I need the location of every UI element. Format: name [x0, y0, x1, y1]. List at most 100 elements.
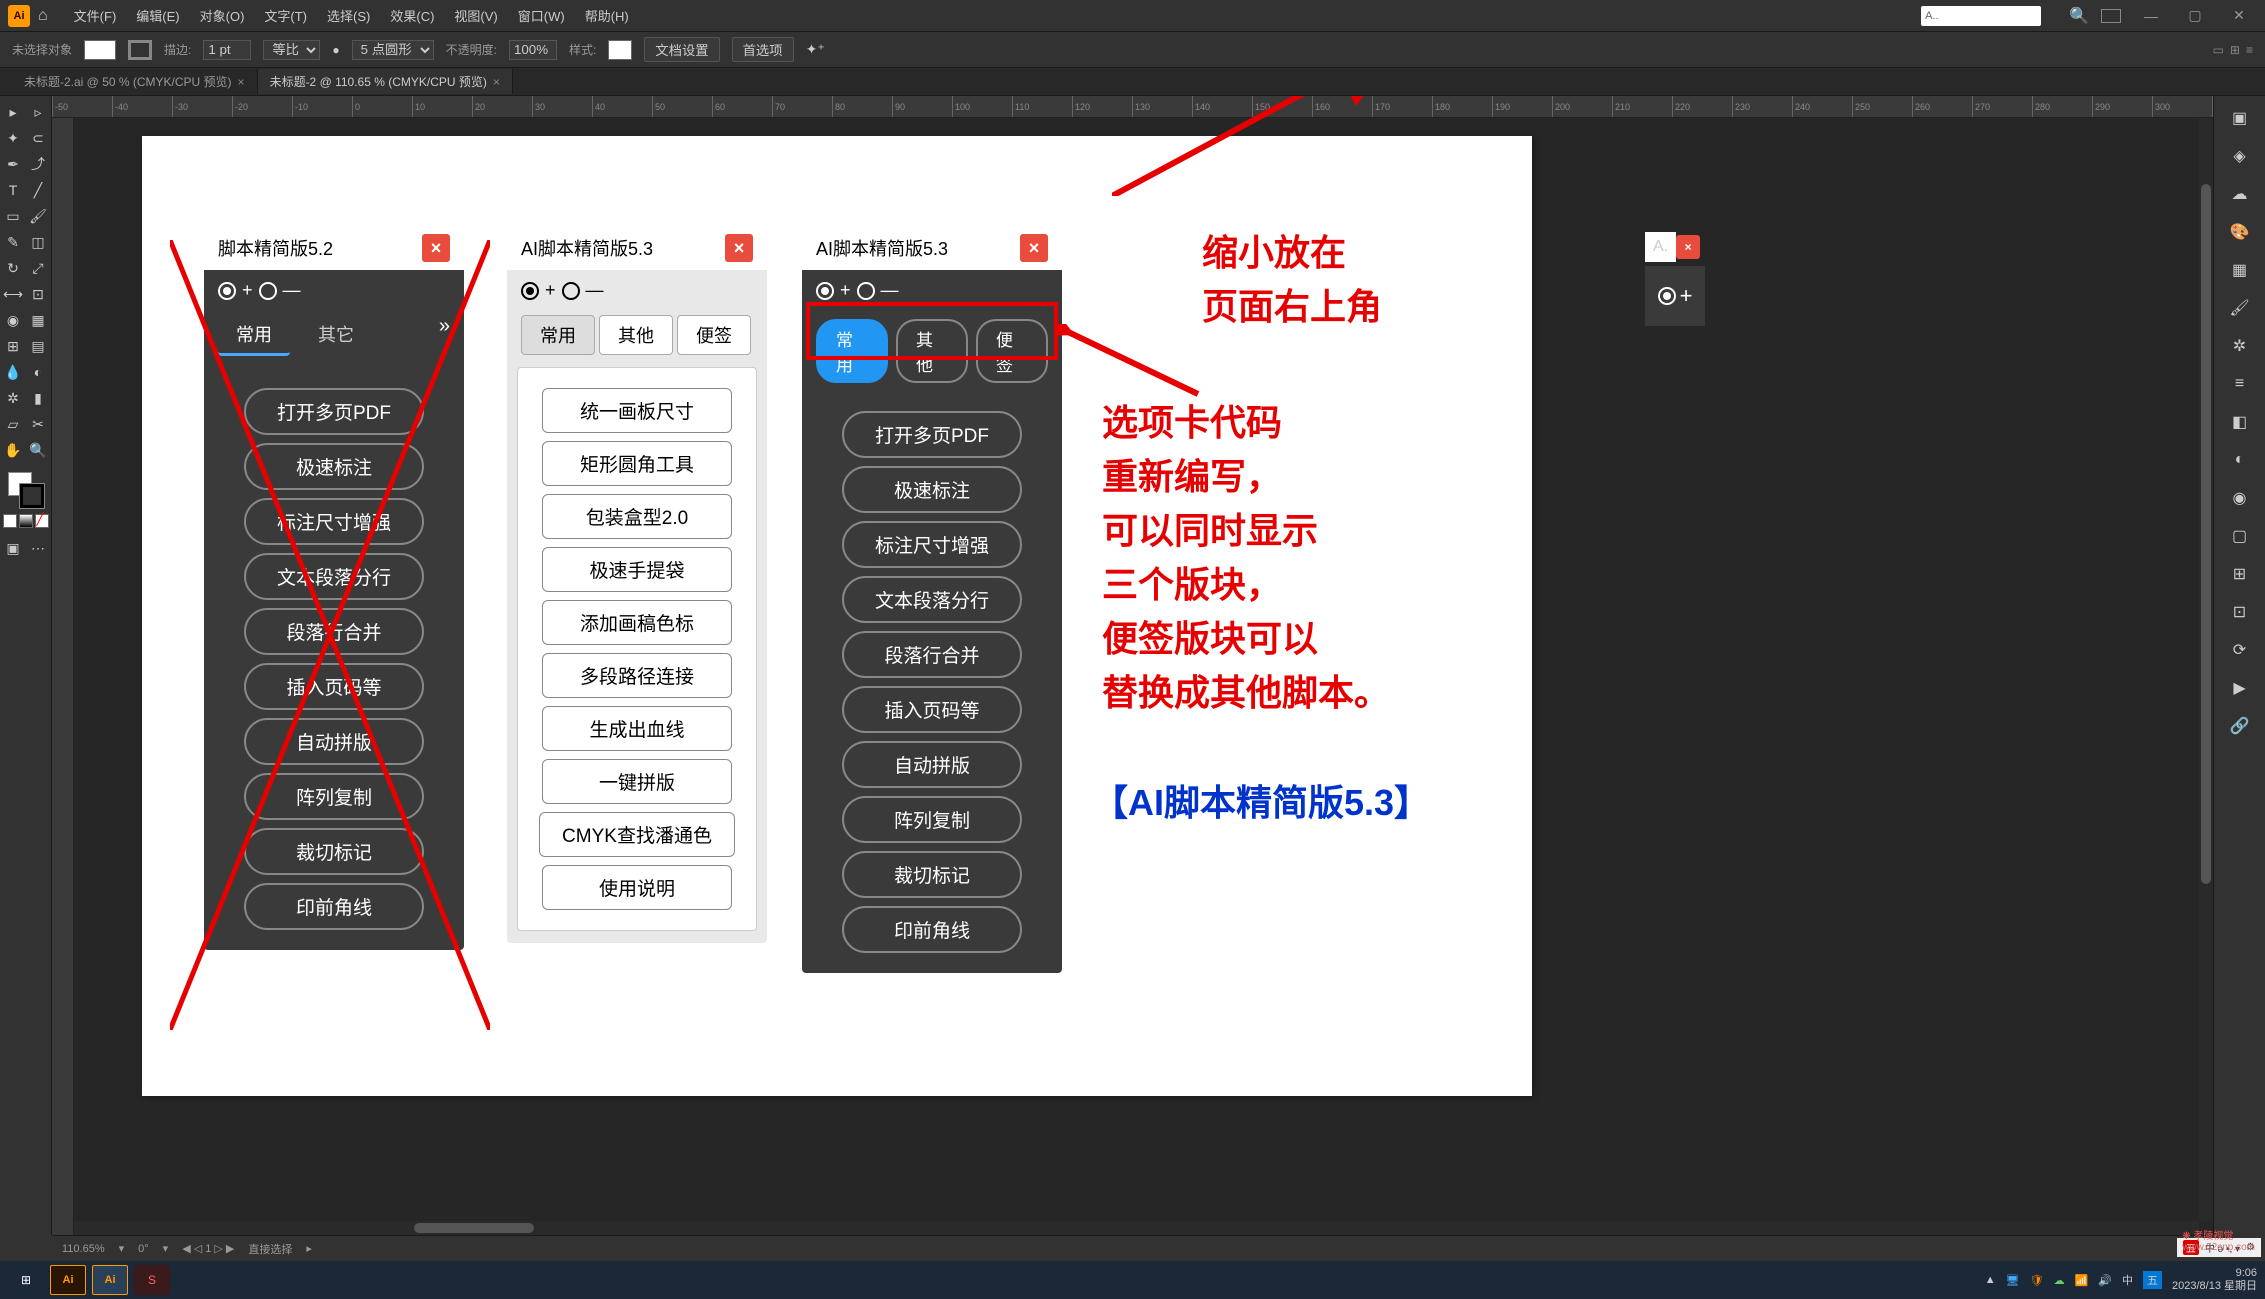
gradient-icon[interactable]: ◧ — [2226, 408, 2254, 436]
type-tool[interactable]: T — [1, 178, 25, 202]
symbols-icon[interactable]: ✲ — [2226, 332, 2254, 360]
magic-wand-tool[interactable]: ✦ — [1, 126, 25, 150]
script-button[interactable]: 添加画稿色标 — [542, 600, 732, 645]
tab-common[interactable]: 常用 — [816, 319, 888, 383]
script-button[interactable]: 文本段落分行 — [842, 576, 1022, 623]
color-mode-icon[interactable] — [3, 514, 17, 528]
home-icon[interactable]: ⌂ — [38, 7, 48, 25]
gradient-tool[interactable]: ▤ — [26, 334, 50, 358]
menu-file[interactable]: 文件(F) — [64, 6, 127, 25]
script-button[interactable]: 段落行合并 — [244, 608, 424, 655]
selection-tool[interactable]: ▸ — [1, 100, 25, 124]
tray-monitor-icon[interactable]: 🖥 — [2006, 1274, 2020, 1287]
close-icon[interactable]: × — [1676, 235, 1700, 259]
close-icon[interactable]: × — [725, 234, 753, 262]
blend-tool[interactable]: ◐ — [26, 360, 50, 384]
rotate-tool[interactable]: ↻ — [1, 256, 25, 280]
opacity-input[interactable] — [509, 40, 557, 60]
artboard-tool[interactable]: ▱ — [1, 412, 25, 436]
transform-icon[interactable]: ⟳ — [2226, 636, 2254, 664]
uniform-select[interactable]: 等比 — [263, 40, 320, 60]
none-mode-icon[interactable]: ╱ — [35, 514, 49, 528]
panel-icon[interactable]: ⊞ — [2230, 43, 2240, 57]
brush-tool[interactable]: 🖌 — [26, 204, 50, 228]
tray-ime-icon[interactable]: 中 — [2122, 1272, 2133, 1288]
properties-icon[interactable]: ▣ — [2226, 104, 2254, 132]
script-button[interactable]: 自动拼版 — [842, 741, 1022, 788]
free-transform-tool[interactable]: ⊡ — [26, 282, 50, 306]
fill-swatch[interactable] — [84, 40, 116, 60]
scale-tool[interactable]: ⤢ — [26, 256, 50, 280]
eyedropper-tool[interactable]: 💧 — [1, 360, 25, 384]
tray-network-icon[interactable]: 📶 — [2075, 1274, 2089, 1287]
script-button[interactable]: 标注尺寸增强 — [842, 521, 1022, 568]
stroke-icon[interactable]: ≡ — [2226, 370, 2254, 398]
tab-common[interactable]: 常用 — [521, 315, 595, 355]
close-icon[interactable]: × — [422, 234, 450, 262]
tray-volume-icon[interactable]: 🔊 — [2098, 1274, 2112, 1287]
tray-shield-icon[interactable]: 🛡 — [2030, 1274, 2044, 1287]
layers-icon[interactable]: ◈ — [2226, 142, 2254, 170]
taskbar-app-3[interactable]: S — [134, 1265, 170, 1295]
pen-tool[interactable]: ✒ — [1, 152, 25, 176]
mesh-tool[interactable]: ⊞ — [1, 334, 25, 358]
brush-indicator[interactable]: ● — [332, 43, 339, 57]
menu-view[interactable]: 视图(V) — [444, 6, 507, 25]
maximize-button[interactable]: ▢ — [2177, 4, 2213, 28]
tab-notes[interactable]: 便签 — [976, 319, 1048, 383]
doc-setup-button[interactable]: 文档设置 — [644, 37, 719, 62]
radio-unchecked-icon[interactable] — [857, 282, 875, 300]
stroke-swatch[interactable] — [128, 40, 152, 60]
brushes-icon[interactable]: 🖌 — [2226, 294, 2254, 322]
tray-keyboard-icon[interactable]: 五 — [2143, 1271, 2162, 1289]
tray-icon[interactable]: ▲ — [1985, 1274, 1996, 1286]
menu-object[interactable]: 对象(O) — [190, 6, 255, 25]
direct-selection-tool[interactable]: ▹ — [26, 100, 50, 124]
align-icon[interactable]: ▭ — [2213, 43, 2224, 57]
gradient-mode-icon[interactable] — [19, 514, 33, 528]
horizontal-scrollbar[interactable] — [74, 1221, 2199, 1235]
tray-cloud-icon[interactable]: ☁ — [2054, 1274, 2065, 1287]
minimize-button[interactable]: — — [2133, 4, 2169, 28]
script-button[interactable]: 标注尺寸增强 — [244, 498, 424, 545]
doc-tab-1[interactable]: 未标题-2.ai @ 50 % (CMYK/CPU 预览)× — [12, 69, 258, 94]
symbol-tool[interactable]: ✲ — [1, 386, 25, 410]
actions-icon[interactable]: ▶ — [2226, 674, 2254, 702]
docked-mini-panel[interactable]: A.. — [1921, 6, 2041, 26]
script-button[interactable]: 极速手提袋 — [542, 547, 732, 592]
hand-tool[interactable]: ✋ — [1, 438, 25, 462]
pathfinder-icon[interactable]: ⊡ — [2226, 598, 2254, 626]
script-button[interactable]: 自动拼版 — [244, 718, 424, 765]
tab-close-icon[interactable]: × — [493, 75, 500, 89]
close-icon[interactable]: × — [1020, 234, 1048, 262]
menu-window[interactable]: 窗口(W) — [508, 6, 575, 25]
tab-common[interactable]: 常用 — [218, 315, 290, 356]
script-button[interactable]: 极速标注 — [842, 466, 1022, 513]
taskbar-clock[interactable]: 9:06 2023/8/13 星期日 — [2172, 1267, 2257, 1293]
radio-unchecked-icon[interactable] — [259, 282, 277, 300]
script-button[interactable]: 阵列复制 — [244, 773, 424, 820]
stroke-width-input[interactable] — [203, 40, 251, 60]
artboard-nav[interactable]: ◀ ◁ 1 ▷ ▶ — [182, 1242, 234, 1255]
menu-icon[interactable]: ≡ — [2246, 43, 2253, 57]
taskbar-ai-2[interactable]: Ai — [92, 1265, 128, 1295]
radio-checked-icon[interactable] — [816, 282, 834, 300]
start-button[interactable]: ⊞ — [8, 1265, 44, 1295]
menu-edit[interactable]: 编辑(E) — [126, 6, 189, 25]
script-button[interactable]: 印前角线 — [244, 883, 424, 930]
script-button[interactable]: 阵列复制 — [842, 796, 1022, 843]
script-button[interactable]: 极速标注 — [244, 443, 424, 490]
taskbar-ai-1[interactable]: Ai — [50, 1265, 86, 1295]
script-button[interactable]: 打开多页PDF — [842, 411, 1022, 458]
screen-mode-icon[interactable]: ▣ — [1, 536, 25, 560]
script-button[interactable]: 段落行合并 — [842, 631, 1022, 678]
lasso-tool[interactable]: ⊂ — [26, 126, 50, 150]
width-tool[interactable]: ⟷ — [1, 282, 25, 306]
mini-expand-button[interactable]: + — [1645, 266, 1705, 326]
curvature-tool[interactable]: ⤴ — [26, 152, 50, 176]
appearance-icon[interactable]: ◉ — [2226, 484, 2254, 512]
menu-effect[interactable]: 效果(C) — [380, 6, 444, 25]
script-button[interactable]: 印前角线 — [842, 906, 1022, 953]
zoom-tool[interactable]: 🔍 — [26, 438, 50, 462]
tab-other[interactable]: 其他 — [896, 319, 968, 383]
